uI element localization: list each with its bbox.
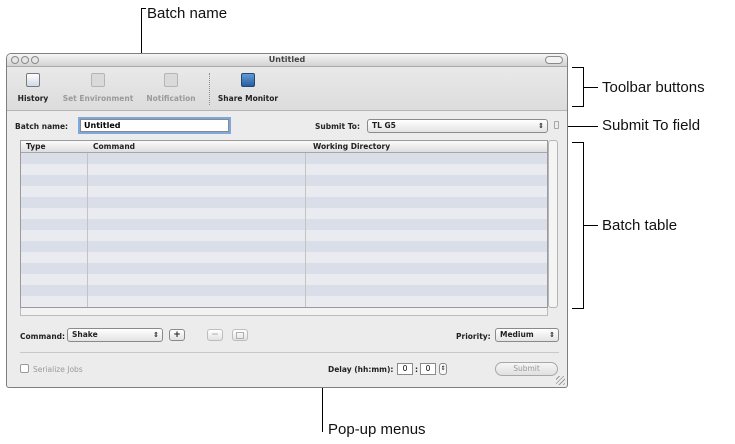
column-divider bbox=[305, 153, 306, 307]
column-header-working-directory[interactable]: Working Directory bbox=[313, 141, 390, 152]
command-label: Command: bbox=[20, 332, 66, 341]
toolbar-toggle-button[interactable] bbox=[545, 56, 563, 64]
history-label: History bbox=[17, 94, 49, 103]
table-body[interactable] bbox=[21, 153, 547, 307]
serialize-jobs-label: Serialize Jobs bbox=[33, 365, 83, 374]
share-monitor-label: Share Monitor bbox=[217, 94, 279, 103]
title-bar[interactable]: Untitled bbox=[7, 54, 567, 67]
callout-submit-to-field: Submit To field bbox=[602, 117, 701, 134]
lock-icon bbox=[554, 121, 559, 129]
submit-to-label: Submit To: bbox=[315, 122, 360, 131]
delay-stepper[interactable]: ⇕ bbox=[439, 363, 447, 375]
remove-command-button[interactable]: − bbox=[207, 329, 223, 341]
delay-separator: : bbox=[415, 365, 418, 374]
table-horizontal-scrollbar[interactable] bbox=[20, 308, 548, 316]
monitor-icon bbox=[91, 73, 105, 87]
set-environment-button[interactable]: Set Environment bbox=[59, 67, 137, 110]
priority-popup[interactable]: Medium ⇕ bbox=[495, 328, 559, 342]
priority-value: Medium bbox=[500, 330, 534, 339]
notification-button[interactable]: Notification bbox=[143, 67, 199, 110]
submit-to-popup[interactable]: TL G5 ⇕ bbox=[367, 119, 548, 133]
batch-table[interactable]: Type Command Working Directory bbox=[20, 140, 548, 308]
submit-button[interactable]: Submit bbox=[495, 362, 558, 376]
bracket-table-top bbox=[572, 142, 583, 143]
delay-label: Delay (hh:mm): bbox=[328, 365, 394, 374]
updown-arrows-icon: ⇕ bbox=[538, 122, 544, 130]
duplicate-command-button[interactable] bbox=[232, 329, 248, 341]
bracket-toolbar-bottom bbox=[572, 106, 583, 107]
toolbar: History Set Environment Notification Sha… bbox=[7, 67, 567, 111]
callout-popup-menus: Pop-up menus bbox=[328, 421, 426, 438]
history-button[interactable]: History bbox=[15, 67, 51, 110]
notification-label: Notification bbox=[146, 94, 196, 103]
updown-arrows-icon: ⇕ bbox=[549, 331, 555, 339]
serialize-jobs-checkbox[interactable] bbox=[20, 364, 29, 373]
history-icon bbox=[26, 73, 40, 87]
resize-grip-icon[interactable] bbox=[556, 376, 565, 385]
callout-toolbar-buttons: Toolbar buttons bbox=[602, 79, 705, 96]
share-monitor-icon bbox=[241, 73, 255, 87]
table-vertical-scrollbar[interactable] bbox=[548, 140, 558, 308]
set-environment-label: Set Environment bbox=[62, 94, 134, 103]
column-header-type[interactable]: Type bbox=[26, 141, 46, 152]
batch-name-label: Batch name: bbox=[15, 122, 69, 131]
bracket-table-bottom bbox=[572, 308, 583, 309]
column-divider bbox=[87, 153, 88, 307]
batch-name-field[interactable]: Untitled bbox=[80, 119, 229, 132]
command-value: Shake bbox=[72, 330, 98, 339]
callout-batch-name: Batch name bbox=[147, 5, 228, 22]
leader-line-submit-to bbox=[566, 126, 598, 127]
delay-minutes-field[interactable]: 0 bbox=[420, 363, 436, 375]
bracket-table-stub bbox=[583, 225, 598, 226]
batch-window: Untitled History Set Environment Notific… bbox=[6, 53, 568, 388]
delay-hours-field[interactable]: 0 bbox=[397, 363, 413, 375]
table-header: Type Command Working Directory bbox=[21, 141, 547, 153]
toolbar-separator bbox=[209, 73, 210, 105]
window-title: Untitled bbox=[268, 55, 306, 64]
priority-label: Priority: bbox=[456, 332, 491, 341]
duplicate-icon bbox=[236, 332, 244, 339]
separator bbox=[20, 352, 559, 353]
bracket-toolbar-top bbox=[572, 67, 583, 68]
bracket-toolbar-stub bbox=[583, 87, 598, 88]
callout-batch-table: Batch table bbox=[602, 217, 678, 234]
updown-arrows-icon: ⇕ bbox=[153, 331, 159, 339]
notification-icon bbox=[164, 73, 178, 87]
column-header-command[interactable]: Command bbox=[93, 141, 135, 152]
leader-line-batch-name-tick bbox=[141, 8, 146, 9]
add-command-button[interactable]: + bbox=[169, 329, 185, 341]
command-popup[interactable]: Shake ⇕ bbox=[67, 328, 163, 342]
submit-to-value: TL G5 bbox=[372, 121, 396, 130]
share-monitor-button[interactable]: Share Monitor bbox=[217, 67, 279, 110]
